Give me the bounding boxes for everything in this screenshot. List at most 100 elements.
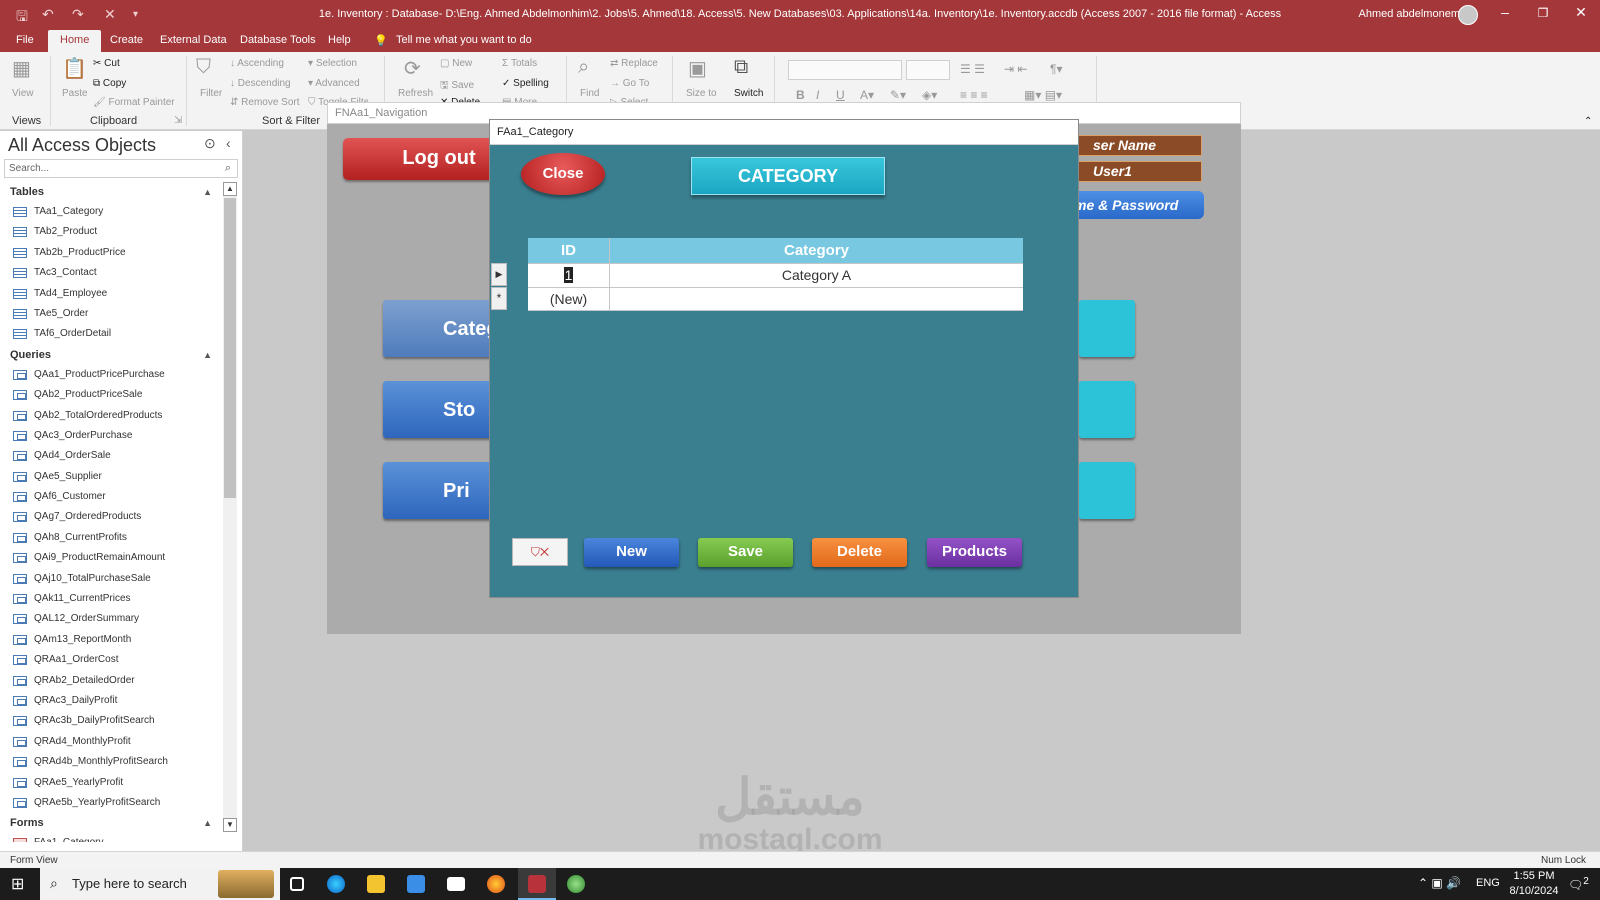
refresh-button[interactable]: Refresh <box>398 88 433 99</box>
nav-group-queries[interactable]: Queries ▲ <box>0 345 222 365</box>
table-row[interactable]: 1 Category A <box>528 263 1023 287</box>
view-button[interactable]: View <box>12 88 34 99</box>
new-row-category-cell[interactable] <box>610 288 1023 310</box>
nav-item[interactable]: TAb2_Product <box>0 222 222 242</box>
nav-cyan-button-2[interactable] <box>1079 381 1135 438</box>
indent-icon[interactable]: ⇥ ⇤ <box>1004 62 1027 76</box>
nav-item[interactable]: QAj10_TotalPurchaseSale <box>0 569 222 589</box>
nav-item[interactable]: QRAc3_DailyProfit <box>0 691 222 711</box>
restore-icon[interactable]: ❐ <box>1528 6 1558 20</box>
selection-button[interactable]: ▾ Selection <box>308 58 357 69</box>
nav-item[interactable]: QRAd4b_MonthlyProfitSearch <box>0 752 222 772</box>
tab-create[interactable]: Create <box>110 34 143 46</box>
chevron-up-icon[interactable]: ▲ <box>203 813 212 833</box>
nav-item[interactable]: QAb2_ProductPriceSale <box>0 385 222 405</box>
nav-item[interactable]: QRAc3b_DailyProfitSearch <box>0 711 222 731</box>
paste-button[interactable]: Paste <box>62 88 88 99</box>
chevron-up-icon[interactable]: ▲ <box>203 345 212 365</box>
edge-icon[interactable] <box>327 875 345 893</box>
nav-item[interactable]: TAe5_Order <box>0 304 222 324</box>
view-icon[interactable]: ▦ <box>12 56 31 81</box>
chevron-up-icon[interactable]: ▲ <box>203 182 212 202</box>
ascending-button[interactable]: ↓ Ascending <box>230 58 284 69</box>
delete-button[interactable]: Delete <box>812 538 907 567</box>
nav-item[interactable]: QRAe5b_YearlyProfitSearch <box>0 793 222 813</box>
access-taskbar-item[interactable] <box>518 868 556 900</box>
align-icons[interactable]: ≡ ≡ ≡ <box>960 88 988 102</box>
copy-button[interactable]: ⧉ Copy <box>93 78 126 89</box>
nav-pane-title[interactable]: All Access Objects <box>8 135 156 156</box>
nav-scrollbar[interactable]: ▲ ▼ <box>223 182 237 832</box>
size-to-button[interactable]: Size to <box>686 88 717 99</box>
collapse-ribbon-icon[interactable]: ⌃ <box>1584 116 1592 127</box>
tray-icons[interactable]: ⌃ ▣ 🔊 <box>1418 876 1461 890</box>
tab-help[interactable]: Help <box>328 34 351 46</box>
category-cell[interactable]: Category A <box>610 264 1023 287</box>
new-record-button[interactable]: ▢ New <box>440 58 472 69</box>
underline-button[interactable]: U <box>836 88 845 102</box>
taskbar-search[interactable]: ⌕ Type here to search <box>40 868 280 900</box>
bold-button[interactable]: B <box>796 88 805 102</box>
bullets-icon[interactable]: ☰ ☰ <box>960 62 985 76</box>
gridlines-icon[interactable]: ▦▾ ▤▾ <box>1024 88 1062 102</box>
tab-home[interactable]: Home <box>48 30 102 52</box>
nav-item[interactable]: QAd4_OrderSale <box>0 446 222 466</box>
mail-icon[interactable] <box>447 877 465 891</box>
firefox-icon[interactable] <box>487 875 505 893</box>
nav-item[interactable]: QRAb2_DetailedOrder <box>0 671 222 691</box>
windows-start-icon[interactable]: ⊞ <box>11 874 24 894</box>
nav-item[interactable]: QAL12_OrderSummary <box>0 609 222 629</box>
fill-color-icon[interactable]: ◈▾ <box>922 88 937 102</box>
new-row[interactable]: (New) <box>528 287 1023 311</box>
nav-item[interactable]: QAa1_ProductPricePurchase <box>0 365 222 385</box>
remove-sort-button[interactable]: ⇵ Remove Sort <box>230 97 300 108</box>
file-explorer-icon[interactable] <box>367 875 385 893</box>
goto-button[interactable]: → Go To <box>610 78 649 89</box>
nav-item[interactable]: QAb2_TotalOrderedProducts <box>0 406 222 426</box>
language-indicator[interactable]: ENG <box>1476 877 1500 889</box>
filter-icon[interactable]: ⛉ <box>196 56 211 79</box>
paragraph-direction-icon[interactable]: ¶▾ <box>1050 62 1062 76</box>
advanced-button[interactable]: ▾ Advanced <box>308 78 360 89</box>
products-button[interactable]: Products <box>927 538 1022 567</box>
find-icon[interactable]: ⌕ <box>578 56 589 79</box>
nav-item[interactable]: TAa1_Category <box>0 202 222 222</box>
search-icon[interactable]: ⌕ <box>225 162 231 175</box>
nav-search-input[interactable]: Search... ⌕ <box>4 159 238 178</box>
category-column-header[interactable]: Category <box>610 238 1023 263</box>
nav-item[interactable]: QAg7_OrderedProducts <box>0 507 222 527</box>
id-cell[interactable]: 1 <box>528 264 610 287</box>
new-button[interactable]: New <box>584 538 679 567</box>
scroll-down-icon[interactable]: ▼ <box>223 818 237 832</box>
save-button[interactable]: Save <box>698 538 793 567</box>
switch-windows-icon[interactable]: ⧉ <box>734 56 748 79</box>
tab-file[interactable]: File <box>16 34 34 46</box>
nav-item[interactable]: QAm13_ReportMonth <box>0 630 222 650</box>
user-name[interactable]: Ahmed abdelmonem <box>1358 8 1460 20</box>
store-icon[interactable] <box>407 875 425 893</box>
app-icon[interactable] <box>567 875 585 893</box>
font-color-icon[interactable]: A▾ <box>860 88 874 102</box>
tab-external-data[interactable]: External Data <box>160 34 227 46</box>
nav-item[interactable]: QAe5_Supplier <box>0 467 222 487</box>
nav-cyan-button-3[interactable] <box>1079 462 1135 519</box>
format-painter-button[interactable]: 🖌 Format Painter <box>93 97 175 108</box>
nav-item[interactable]: QAi9_ProductRemainAmount <box>0 548 222 568</box>
save-record-button[interactable]: 🖫 Save <box>440 78 474 95</box>
size-to-icon[interactable]: ▣ <box>688 56 707 81</box>
window-close-icon[interactable]: ✕ <box>1566 4 1596 21</box>
nav-group-forms[interactable]: Forms ▲ <box>0 813 222 833</box>
clock-date[interactable]: 8/10/2024 <box>1508 885 1560 897</box>
refresh-icon[interactable]: ⟳ <box>404 56 421 81</box>
nav-pane-menu-icon[interactable]: ⊙ <box>204 135 216 152</box>
nav-item[interactable]: QRAd4_MonthlyProfit <box>0 732 222 752</box>
tab-database-tools[interactable]: Database Tools <box>240 34 316 46</box>
spelling-button[interactable]: ✓ Spelling <box>502 78 549 89</box>
nav-item[interactable]: TAd4_Employee <box>0 284 222 304</box>
font-size-box[interactable] <box>906 60 950 80</box>
user-avatar-icon[interactable] <box>1458 5 1478 25</box>
nav-item[interactable]: QRAa1_OrderCost <box>0 650 222 670</box>
nav-item[interactable]: QRAe5_YearlyProfit <box>0 773 222 793</box>
nav-item[interactable]: QAf6_Customer <box>0 487 222 507</box>
change-password-button[interactable]: me & Password <box>1072 191 1204 219</box>
